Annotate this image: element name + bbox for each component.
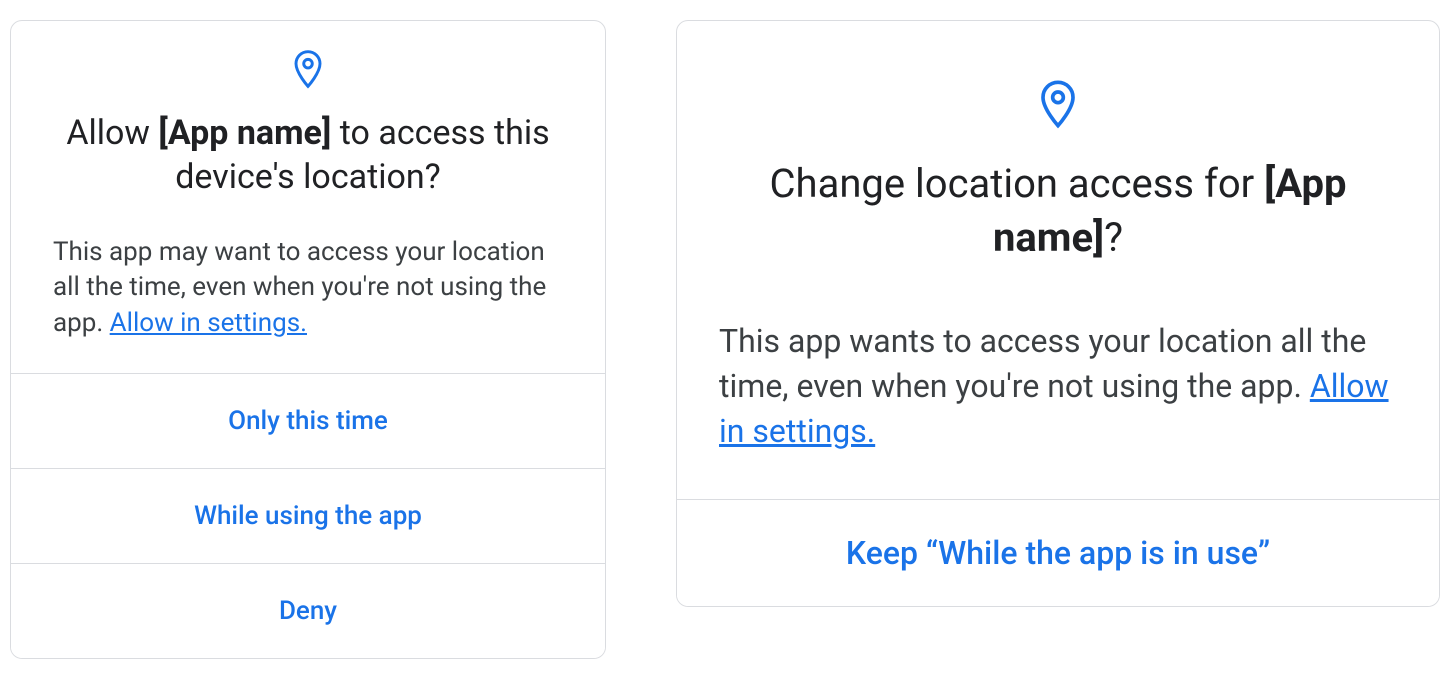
title-prefix: Allow bbox=[66, 113, 158, 153]
deny-button[interactable]: Deny bbox=[11, 563, 605, 658]
keep-while-in-use-button[interactable]: Keep “While the app is in use” bbox=[677, 499, 1439, 606]
dialog-title: Change location access for [App name]? bbox=[677, 133, 1439, 265]
only-this-time-button[interactable]: Only this time bbox=[11, 373, 605, 468]
dialog-buttons: Only this time While using the app Deny bbox=[11, 373, 605, 658]
title-suffix: ? bbox=[1104, 214, 1123, 261]
dialog-body: This app wants to access your location a… bbox=[677, 275, 1439, 499]
permission-dialog-change: Change location access for [App name]? T… bbox=[676, 20, 1440, 607]
app-name-placeholder: [App name] bbox=[158, 113, 331, 153]
allow-in-settings-link[interactable]: Allow in settings. bbox=[110, 308, 307, 338]
location-pin-icon bbox=[292, 49, 324, 93]
dialog-buttons: Keep “While the app is in use” bbox=[677, 499, 1439, 606]
permission-dialog-allow: Allow [App name] to access this device's… bbox=[10, 20, 606, 659]
dialog-body: This app may want to access your locatio… bbox=[11, 209, 605, 372]
dialog-header: Allow [App name] to access this device's… bbox=[11, 21, 605, 209]
title-prefix: Change location access for bbox=[770, 160, 1265, 207]
dialog-header: Change location access for [App name]? bbox=[677, 21, 1439, 275]
while-using-app-button[interactable]: While using the app bbox=[11, 468, 605, 563]
body-text: This app wants to access your location a… bbox=[719, 322, 1366, 405]
dialog-title: Allow [App name] to access this device's… bbox=[11, 93, 605, 199]
location-pin-icon bbox=[1038, 79, 1078, 133]
